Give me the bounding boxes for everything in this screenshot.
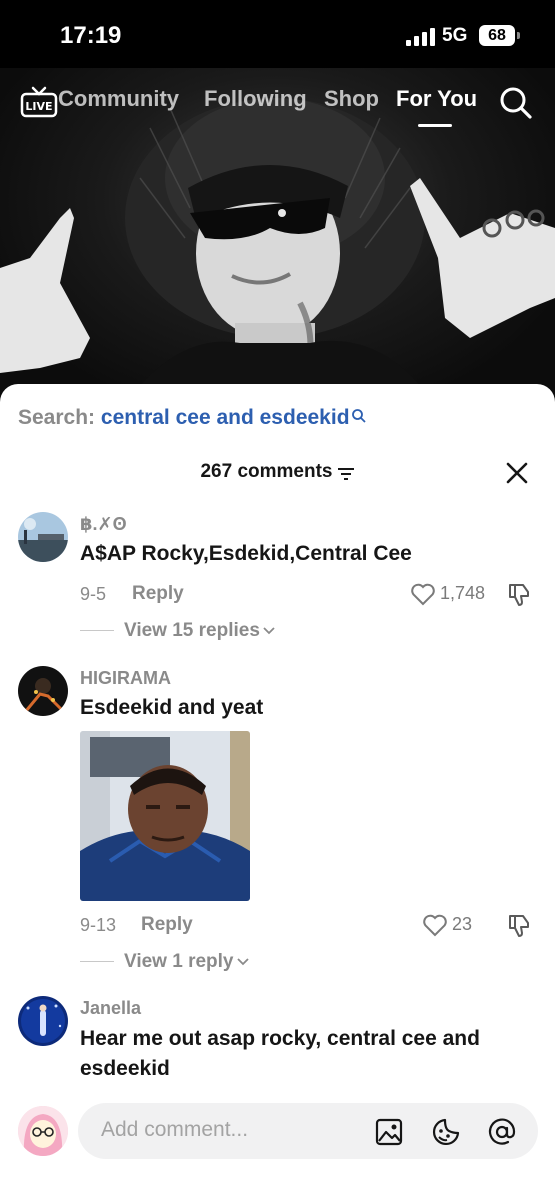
comment-date: 9-13 <box>80 915 117 935</box>
comments-sheet: Search: central cee and esdeekid 267 com… <box>0 384 555 1200</box>
search-prefix: Search: <box>18 406 96 429</box>
close-icon[interactable] <box>505 461 529 485</box>
view-replies-label: View 15 replies <box>124 620 260 641</box>
comment-text: Hear me out asap rocky, central cee and … <box>80 1027 480 1080</box>
like-button[interactable]: 23 <box>422 913 482 939</box>
live-label: LIVE <box>25 100 52 113</box>
chevron-down-icon <box>236 958 249 966</box>
tab-following[interactable]: Following <box>204 86 307 112</box>
search-icon[interactable] <box>499 86 533 120</box>
current-user-avatar[interactable] <box>18 1106 68 1156</box>
comment-date: 9-5 <box>80 584 107 604</box>
heart-icon <box>411 583 435 606</box>
username[interactable]: HIGIRAMA <box>80 668 171 689</box>
username[interactable]: Janella <box>80 998 141 1019</box>
search-query-link[interactable]: central cee and esdeekid <box>101 406 350 429</box>
signal-icon <box>406 28 436 46</box>
mention-icon[interactable] <box>487 1117 517 1147</box>
comment-input-placeholder: Add comment... <box>101 1118 249 1141</box>
sort-icon <box>337 465 355 480</box>
dislike-icon[interactable] <box>506 913 532 939</box>
username[interactable]: ฿.✗ʘ <box>80 514 127 535</box>
status-time: 17:19 <box>60 22 122 49</box>
reply-button[interactable]: Reply <box>141 914 193 936</box>
status-bar: 17:19 5G 68 <box>0 0 555 68</box>
live-tv-icon[interactable]: LIVE <box>20 84 58 118</box>
chevron-down-icon <box>263 627 275 635</box>
comment-composer: Add comment... <box>0 1090 555 1200</box>
view-replies-button[interactable]: View 1 reply <box>80 951 249 975</box>
network-type: 5G <box>442 25 468 46</box>
dislike-icon[interactable] <box>506 582 532 608</box>
comment-input[interactable]: Add comment... <box>78 1103 538 1159</box>
comment-count: 267 comments <box>200 461 333 482</box>
reply-button[interactable]: Reply <box>132 583 184 605</box>
tab-for-you[interactable]: For You <box>396 86 477 112</box>
battery-level: 68 <box>488 27 506 44</box>
comments-count-header[interactable]: 267 comments <box>0 461 555 483</box>
tab-shop[interactable]: Shop <box>324 86 379 112</box>
search-mini-icon <box>351 406 367 423</box>
tab-community[interactable]: Community <box>58 86 184 112</box>
battery-icon: 68 <box>479 25 520 46</box>
avatar[interactable] <box>18 666 68 716</box>
top-navigation: LIVE Community Following Shop For You <box>0 68 555 132</box>
like-count: 23 <box>452 914 473 934</box>
like-button[interactable]: 1,748 <box>410 582 490 608</box>
view-replies-label: View 1 reply <box>124 951 234 972</box>
like-count: 1,748 <box>440 583 486 603</box>
comment-text: Esdeekid and yeat <box>80 696 264 719</box>
view-replies-button[interactable]: View 15 replies <box>80 620 275 644</box>
avatar[interactable] <box>18 512 68 562</box>
sticker-icon[interactable] <box>431 1117 461 1147</box>
avatar[interactable] <box>18 996 68 1046</box>
active-tab-indicator <box>418 124 452 127</box>
image-icon[interactable] <box>374 1117 404 1147</box>
heart-icon <box>423 914 447 937</box>
comment-image[interactable] <box>80 731 250 901</box>
comment-text: A$AP Rocky,Esdekid,Central Cee <box>80 542 412 565</box>
search-suggestion[interactable]: Search: central cee and esdeekid <box>18 406 367 430</box>
